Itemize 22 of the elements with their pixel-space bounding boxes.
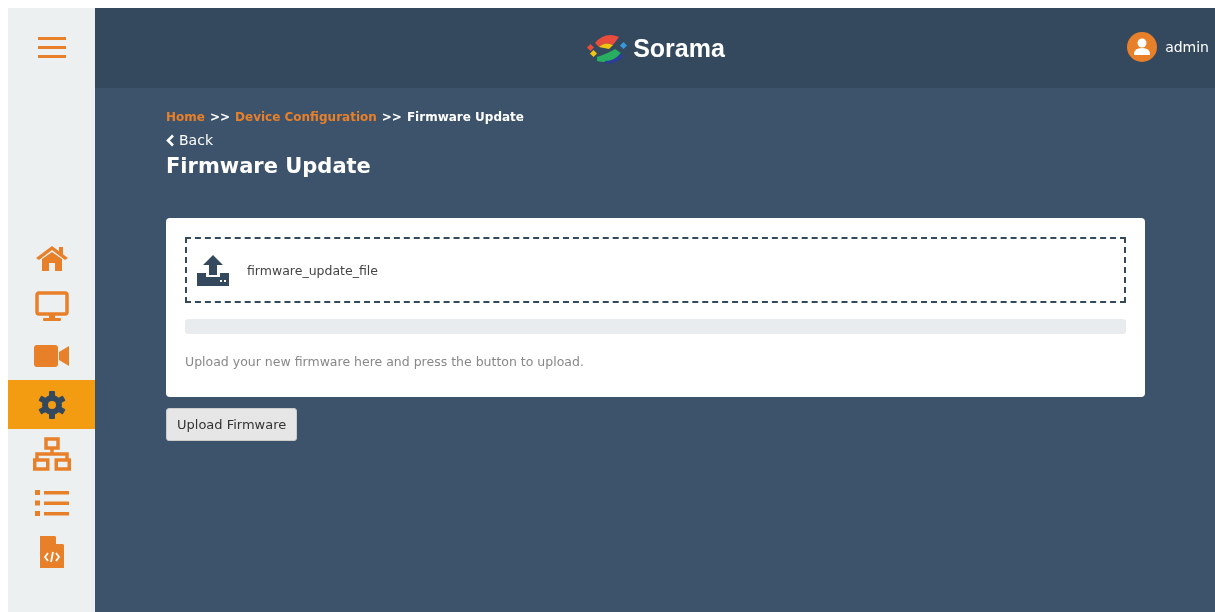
- upload-icon: [197, 254, 229, 286]
- user-menu[interactable]: admin: [1127, 32, 1209, 62]
- user-avatar-icon: [1127, 32, 1158, 62]
- settings-icon: [36, 389, 67, 420]
- file-drop-zone[interactable]: firmware_update_file: [185, 237, 1126, 303]
- menu-icon[interactable]: [37, 35, 66, 59]
- upload-firmware-button[interactable]: Upload Firmware: [166, 408, 298, 441]
- code-file-icon: [39, 535, 64, 568]
- video-camera-icon: [33, 343, 70, 368]
- network-icon: [32, 436, 71, 471]
- brand-name: Sorama: [633, 33, 725, 63]
- page-title: Firmware Update: [166, 154, 371, 178]
- monitor-icon: [33, 290, 70, 323]
- hint-text: Upload your new firmware here and press the button to upload.: [185, 354, 585, 369]
- breadcrumb-text: >>: [381, 110, 402, 124]
- breadcrumb-text: >>: [209, 110, 231, 124]
- sidebar-item[interactable]: [8, 380, 95, 429]
- back-link[interactable]: Back: [166, 132, 213, 148]
- list-icon: [34, 488, 69, 517]
- file-name: firmware_update_file: [247, 262, 378, 278]
- breadcrumb-text: Firmware Update: [406, 110, 524, 124]
- chevron-left-icon: [166, 133, 175, 147]
